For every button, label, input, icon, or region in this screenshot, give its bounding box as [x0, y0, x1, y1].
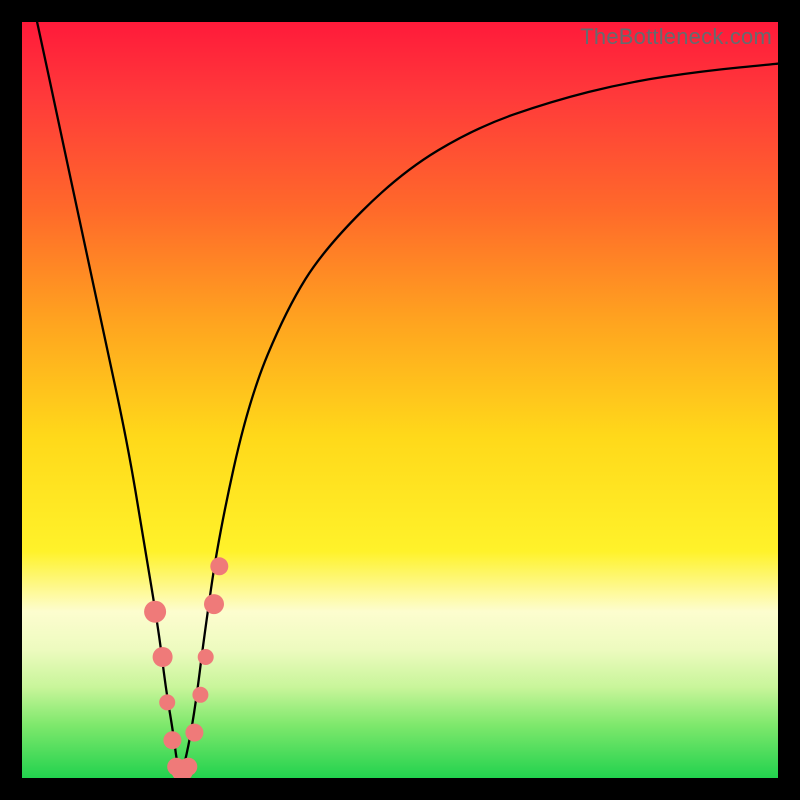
- highlighted-point: [210, 557, 228, 575]
- chart-plot-area: TheBottleneck.com: [22, 22, 778, 778]
- highlighted-point: [198, 649, 214, 665]
- highlighted-point: [204, 594, 224, 614]
- highlighted-point: [179, 758, 197, 776]
- highlighted-points-group: [144, 557, 228, 778]
- highlighted-point: [163, 731, 181, 749]
- chart-overlay: [22, 22, 778, 778]
- highlighted-point: [144, 601, 166, 623]
- highlighted-point: [185, 724, 203, 742]
- highlighted-point: [153, 647, 173, 667]
- bottleneck-curve-line: [37, 22, 778, 773]
- highlighted-point: [192, 687, 208, 703]
- chart-frame: TheBottleneck.com: [0, 0, 800, 800]
- highlighted-point: [159, 694, 175, 710]
